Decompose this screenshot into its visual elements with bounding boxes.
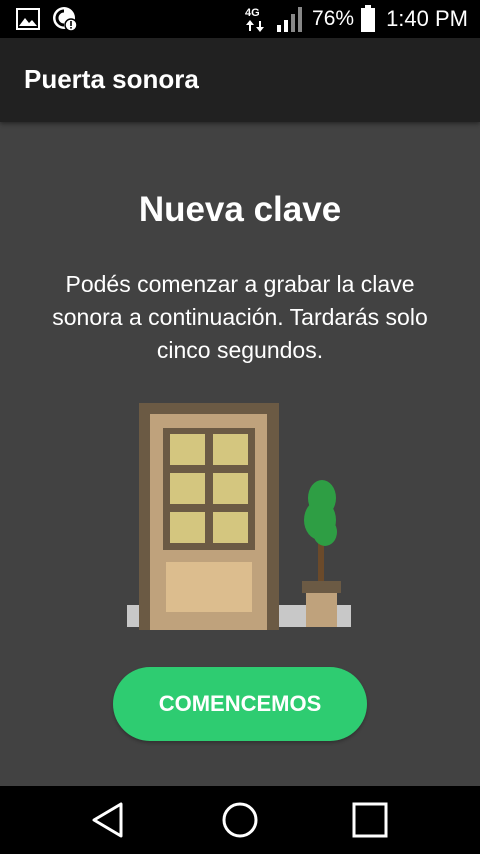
back-icon[interactable] bbox=[88, 800, 128, 840]
navigation-bar bbox=[0, 786, 480, 854]
clock: 1:40 PM bbox=[386, 6, 468, 31]
home-icon[interactable] bbox=[220, 800, 260, 840]
app-bar: Puerta sonora bbox=[0, 38, 480, 122]
door-with-plant-illustration bbox=[127, 403, 351, 630]
instruction-text: Podés comenzar a grabar la clave sonora … bbox=[52, 271, 428, 363]
app-title: Puerta sonora bbox=[24, 64, 199, 94]
status-bar: 4G 76% 1:40 PM bbox=[0, 0, 480, 38]
gallery-icon bbox=[16, 8, 40, 30]
network-4g-icon: 4G bbox=[245, 7, 265, 32]
recents-icon[interactable] bbox=[350, 800, 390, 840]
svg-text:4G: 4G bbox=[245, 7, 260, 19]
start-button[interactable]: COMENCEMOS bbox=[113, 667, 367, 741]
battery-icon bbox=[361, 5, 376, 32]
page-heading: Nueva clave bbox=[138, 190, 342, 229]
battery-percentage: 76% bbox=[312, 7, 355, 30]
signal-icon bbox=[277, 7, 303, 32]
data-saver-icon bbox=[53, 7, 78, 32]
